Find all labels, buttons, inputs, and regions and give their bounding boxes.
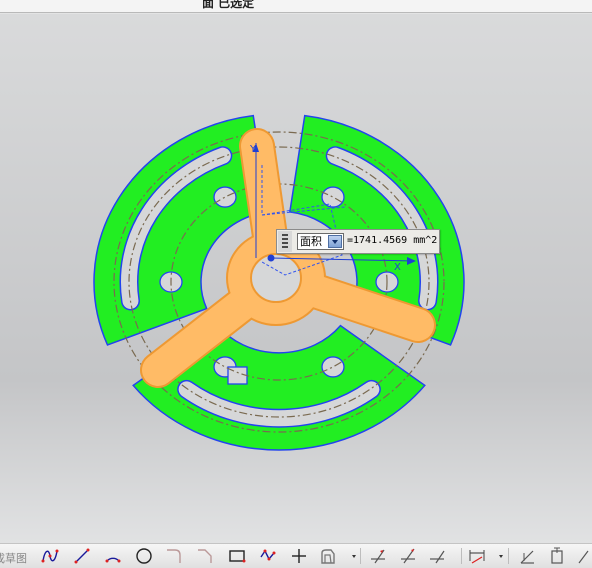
bolt-hole bbox=[321, 356, 345, 378]
dimension-dropdown[interactable] bbox=[499, 555, 503, 558]
x-axis-label: X bbox=[394, 262, 401, 273]
graphics-window[interactable]: Y X bbox=[0, 13, 592, 543]
more-tools-dropdown[interactable] bbox=[352, 555, 356, 558]
quick-extend-icon[interactable] bbox=[399, 547, 417, 565]
toolbar-label: 成草图 bbox=[0, 552, 27, 565]
y-axis-label: Y bbox=[249, 144, 257, 155]
make-corner-icon[interactable] bbox=[428, 547, 446, 565]
constraint-icon[interactable] bbox=[518, 547, 536, 565]
toolbar-separator bbox=[508, 548, 509, 564]
point-icon[interactable] bbox=[290, 547, 308, 565]
sketch-toolbar: 成草图 bbox=[0, 543, 592, 568]
offset-curve-icon[interactable] bbox=[319, 547, 337, 565]
circle-icon[interactable] bbox=[135, 547, 153, 565]
quick-trim-icon[interactable] bbox=[369, 547, 387, 565]
model-view[interactable]: Y X bbox=[0, 13, 592, 543]
measure-type-value: 面积 bbox=[300, 235, 322, 248]
toolbar-separator bbox=[461, 548, 462, 564]
measure-type-select[interactable]: 面积 bbox=[297, 233, 344, 250]
chamfer-icon[interactable] bbox=[196, 547, 214, 565]
constraint-options-icon[interactable] bbox=[576, 547, 592, 565]
measure-area-tooltip[interactable]: 面积 =1741.4569 mm^2 bbox=[276, 229, 440, 254]
arc-icon[interactable] bbox=[104, 547, 122, 565]
polygon-icon[interactable] bbox=[259, 547, 277, 565]
fillet-icon[interactable] bbox=[165, 547, 183, 565]
bolt-hole bbox=[213, 186, 237, 208]
rectangle-icon[interactable] bbox=[228, 547, 246, 565]
chevron-down-icon[interactable] bbox=[328, 235, 342, 248]
tooltip-grip[interactable] bbox=[278, 231, 292, 252]
status-bar: 面 已选定 bbox=[0, 0, 592, 13]
studio-spline-icon[interactable] bbox=[41, 547, 59, 565]
center-bore bbox=[250, 253, 302, 303]
bolt-hole bbox=[321, 186, 345, 208]
display-constraints-icon[interactable] bbox=[548, 547, 566, 565]
area-value: =1741.4569 mm^2 bbox=[347, 235, 438, 246]
origin-point bbox=[267, 254, 275, 262]
selection-status: 面 已选定 bbox=[202, 0, 255, 10]
toolbar-separator bbox=[360, 548, 361, 564]
line-icon[interactable] bbox=[73, 547, 91, 565]
dimension-icon[interactable] bbox=[468, 547, 486, 565]
